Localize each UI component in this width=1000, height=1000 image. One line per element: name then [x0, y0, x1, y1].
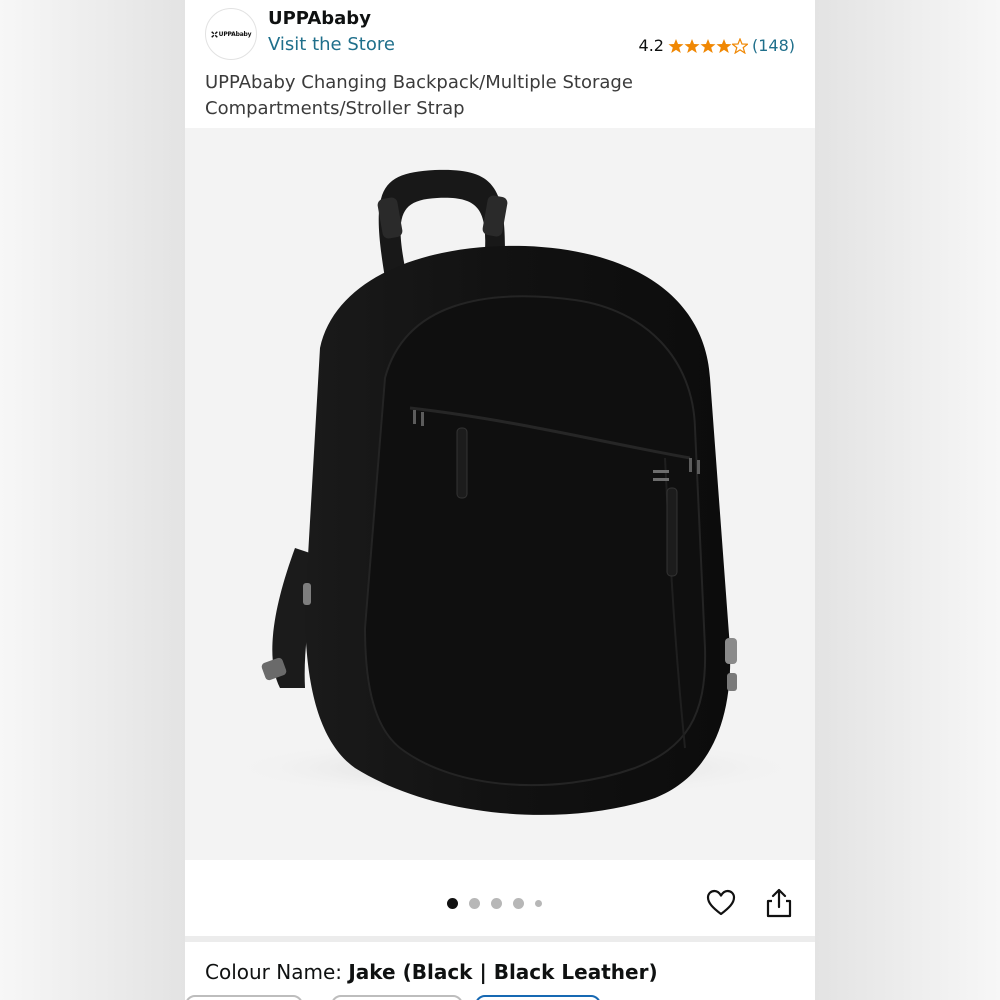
colour-value: Jake (Black | Black Leather) [348, 960, 658, 984]
favorite-button[interactable] [704, 886, 738, 920]
star-full-icon [716, 38, 732, 53]
visit-store-link[interactable]: Visit the Store [268, 34, 395, 55]
product-image-gallery[interactable] [185, 128, 815, 860]
star-full-icon [668, 38, 684, 53]
carousel-dot-3[interactable] [491, 898, 502, 909]
heart-icon [706, 889, 736, 916]
brand-header: UPPAbaby UPPAbaby Visit the Store 4.2 (1… [185, 0, 815, 66]
colour-name: Colour Name: Jake (Black | Black Leather… [205, 960, 658, 984]
carousel-dot-2[interactable] [469, 898, 480, 909]
brand-name[interactable]: UPPAbaby [268, 8, 371, 29]
brand-logo-mark: UPPAbaby [210, 30, 252, 38]
brand-logo[interactable]: UPPAbaby [205, 8, 257, 60]
backpack-product-image[interactable] [185, 128, 815, 860]
carousel-dot-1[interactable] [447, 898, 458, 909]
colour-swatch-selected[interactable] [475, 995, 601, 1000]
product-title: UPPAbaby Changing Backpack/Multiple Stor… [205, 72, 633, 119]
colour-swatch-2[interactable] [331, 995, 463, 1000]
carousel-dot-5[interactable] [535, 900, 542, 907]
colour-label: Colour Name: [205, 960, 342, 984]
carousel-dot-4[interactable] [513, 898, 524, 909]
rating-summary[interactable]: 4.2 (148) [639, 36, 795, 55]
rating-count-link[interactable]: (148) [752, 36, 795, 55]
share-button[interactable] [762, 886, 796, 920]
star-full-icon [700, 38, 716, 53]
section-divider [185, 936, 815, 942]
brand-logo-text: UPPAbaby [218, 30, 252, 38]
star-rating [668, 37, 748, 54]
star-full-icon [684, 38, 700, 53]
left-backdrop [0, 0, 185, 1000]
carousel-indicator[interactable] [447, 898, 542, 909]
star-empty-icon [731, 37, 748, 54]
rating-value: 4.2 [638, 36, 664, 55]
right-backdrop [815, 0, 1000, 1000]
brand-logo-icon [210, 30, 218, 38]
colour-swatch-1[interactable] [185, 995, 303, 1000]
share-icon [766, 888, 792, 918]
product-panel: UPPAbaby UPPAbaby Visit the Store 4.2 (1… [185, 0, 815, 1000]
gallery-controls [185, 862, 815, 936]
